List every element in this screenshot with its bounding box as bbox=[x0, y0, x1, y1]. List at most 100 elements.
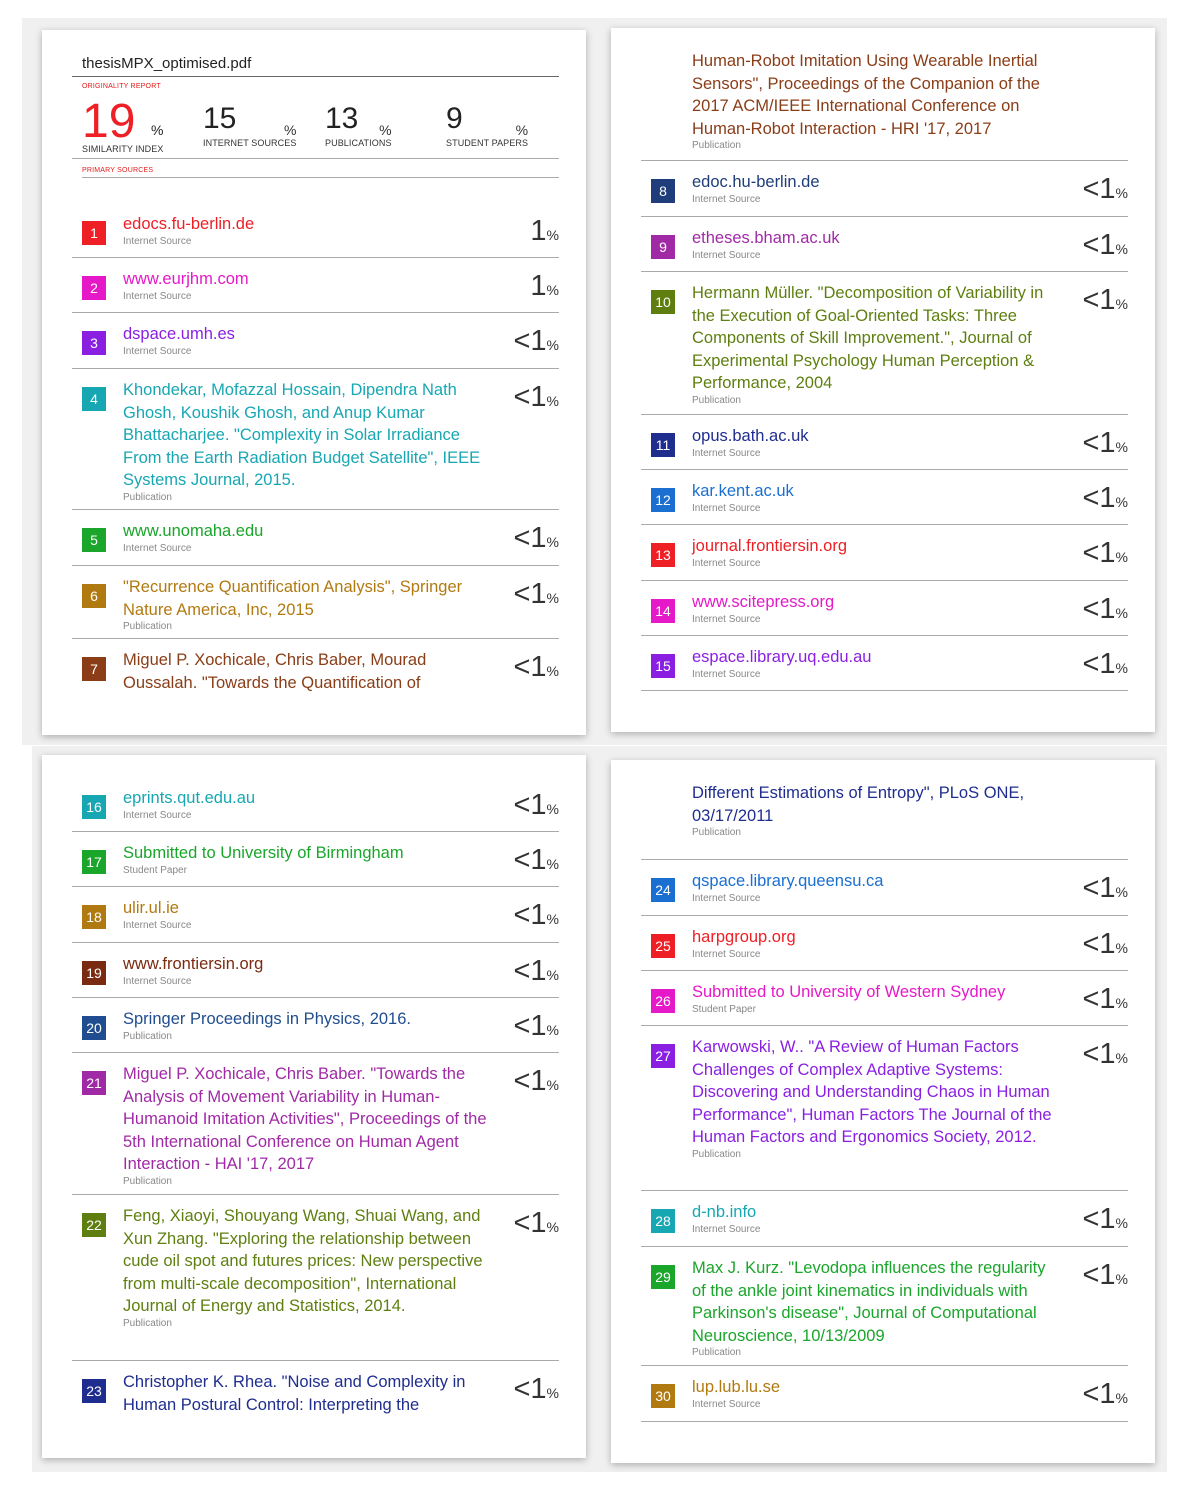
source-body: Max J. Kurz. "Levodopa influences the re… bbox=[692, 1257, 1058, 1359]
source-number-badge: 9 bbox=[651, 235, 675, 259]
source-row[interactable]: 16 eprints.qut.edu.au Internet Source <1% bbox=[72, 777, 559, 832]
source-row[interactable]: 4 Khondekar, Mofazzal Hossain, Dipendra N… bbox=[72, 369, 559, 510]
less-than-sign: < bbox=[513, 955, 531, 987]
less-than-sign: < bbox=[513, 522, 531, 554]
source-body: eprints.qut.edu.au Internet Source bbox=[123, 787, 489, 822]
source-row[interactable]: 9 etheses.bham.ac.uk Internet Source <1% bbox=[641, 217, 1128, 272]
source-row[interactable]: 11 opus.bath.ac.uk Internet Source <1% bbox=[641, 415, 1128, 470]
source-percentage: <1% bbox=[1082, 1204, 1128, 1238]
report-page-2: Human-Robot Imitation Using Wearable Ine… bbox=[611, 28, 1155, 732]
source-title: etheses.bham.ac.uk bbox=[692, 229, 840, 247]
source-row[interactable]: 28 d-nb.info Internet Source <1% bbox=[641, 1191, 1128, 1247]
less-than-sign: < bbox=[1082, 482, 1100, 514]
source-row[interactable]: 26 Submitted to University of Western Syd… bbox=[641, 971, 1128, 1026]
source-body: qspace.library.queensu.ca Internet Source bbox=[692, 870, 1058, 905]
source-percentage: <1% bbox=[1082, 538, 1128, 572]
source-title: edoc.hu-berlin.de bbox=[692, 173, 820, 191]
source-row[interactable]: 24 qspace.library.queensu.ca Internet Sour… bbox=[641, 860, 1128, 916]
source-title: qspace.library.queensu.ca bbox=[692, 872, 884, 890]
source-row[interactable]: 27 Karwowski, W.. "A Review of Human Fact… bbox=[641, 1026, 1128, 1191]
source-type: Internet Source bbox=[692, 557, 761, 569]
percent-sign: % bbox=[546, 1385, 559, 1401]
source-row[interactable]: 10 Hermann Müller. "Decomposition of Vari… bbox=[641, 272, 1128, 415]
less-than-sign: < bbox=[1082, 928, 1100, 960]
source-list: Human-Robot Imitation Using Wearable Ine… bbox=[641, 28, 1128, 691]
source-percentage: <1% bbox=[513, 900, 559, 934]
source-row[interactable]: 20 Springer Proceedings in Physics, 2016.… bbox=[72, 998, 559, 1053]
source-number-badge: 29 bbox=[651, 1265, 675, 1289]
source-type: Publication bbox=[692, 1347, 741, 1358]
source-percentage: <1% bbox=[513, 326, 559, 360]
percentage-value: 1 bbox=[1099, 648, 1116, 680]
source-row[interactable]: 23 Christopher K. Rhea. "Noise and Comple… bbox=[72, 1361, 559, 1451]
source-title: lup.lub.lu.se bbox=[692, 1378, 781, 1396]
source-row[interactable]: 29 Max J. Kurz. "Levodopa influences the … bbox=[641, 1247, 1128, 1366]
source-type: Publication bbox=[692, 1148, 741, 1160]
less-than-sign: < bbox=[1082, 1259, 1100, 1291]
source-number-badge: 28 bbox=[651, 1209, 675, 1233]
report-page-3: 16 eprints.qut.edu.au Internet Source <1% 17… bbox=[42, 755, 586, 1458]
source-number-badge: 1 bbox=[82, 221, 106, 245]
source-row[interactable]: 6 "Recurrence Quantification Analysis", S… bbox=[72, 566, 559, 639]
source-row[interactable]: 3 dspace.umh.es Internet Source <1% bbox=[72, 313, 559, 369]
source-row[interactable]: 1 edocs.fu-berlin.de Internet Source 1% bbox=[72, 203, 559, 258]
source-type: Internet Source bbox=[692, 1398, 761, 1410]
source-row[interactable]: 17 Submitted to University of Birmingham S… bbox=[72, 832, 559, 887]
source-body: ulir.ul.ie Internet Source bbox=[123, 897, 489, 932]
internet-sources-value: 15 bbox=[203, 102, 237, 135]
source-row[interactable]: 13 journal.frontiersin.org Internet Source… bbox=[641, 525, 1128, 581]
source-percentage: <1% bbox=[513, 956, 559, 990]
source-row[interactable]: 30 lup.lub.lu.se Internet Source <1% bbox=[641, 1366, 1128, 1422]
percent-sign: % bbox=[546, 534, 559, 550]
continued-source[interactable]: Human-Robot Imitation Using Wearable Ine… bbox=[641, 28, 1128, 161]
percent-sign: % bbox=[546, 1022, 559, 1038]
publications-value: 13 bbox=[325, 102, 359, 135]
percentage-value: 1 bbox=[530, 955, 547, 987]
source-row[interactable]: 18 ulir.ul.ie Internet Source <1% bbox=[72, 887, 559, 943]
source-row[interactable]: 8 edoc.hu-berlin.de Internet Source <1% bbox=[641, 161, 1128, 217]
source-number-badge: 20 bbox=[82, 1016, 106, 1040]
source-body: kar.kent.ac.uk Internet Source bbox=[692, 480, 1058, 515]
source-body: espace.library.uq.edu.au Internet Source bbox=[692, 646, 1058, 681]
source-row[interactable]: 15 espace.library.uq.edu.au Internet Sourc… bbox=[641, 636, 1128, 691]
source-body: www.eurjhm.com Internet Source bbox=[123, 268, 489, 303]
percent-sign: % bbox=[1115, 1390, 1128, 1406]
source-number-badge: 27 bbox=[651, 1044, 675, 1068]
less-than-sign: < bbox=[513, 1010, 531, 1042]
less-than-sign: < bbox=[513, 651, 531, 683]
continued-source-text: Human-Robot Imitation Using Wearable Ine… bbox=[692, 52, 1040, 138]
source-title: eprints.qut.edu.au bbox=[123, 789, 256, 807]
source-row[interactable]: 5 www.unomaha.edu Internet Source <1% bbox=[72, 510, 559, 566]
source-title: kar.kent.ac.uk bbox=[692, 482, 794, 500]
source-row[interactable]: 25 harpgroup.org Internet Source <1% bbox=[641, 916, 1128, 971]
source-body: Submitted to University of Western Sydne… bbox=[692, 981, 1058, 1016]
source-title: Feng, Xiaoyi, Shouyang Wang, Shuai Wang,… bbox=[123, 1207, 483, 1315]
source-row[interactable]: 22 Feng, Xiaoyi, Shouyang Wang, Shuai Wan… bbox=[72, 1195, 559, 1361]
source-percentage: <1% bbox=[513, 1066, 559, 1100]
percentage-value: 1 bbox=[530, 1207, 547, 1239]
percent-sign: % bbox=[546, 227, 559, 243]
percent-sign: % bbox=[1115, 549, 1128, 565]
percent-sign: % bbox=[546, 911, 559, 927]
source-body: lup.lub.lu.se Internet Source bbox=[692, 1376, 1058, 1411]
source-type: Internet Source bbox=[692, 613, 761, 625]
source-body: Submitted to University of Birmingham Stu… bbox=[123, 842, 489, 877]
source-number-badge: 23 bbox=[82, 1379, 106, 1403]
continued-source[interactable]: Different Estimations of Entropy", PLoS … bbox=[641, 760, 1128, 860]
source-row[interactable]: 12 kar.kent.ac.uk Internet Source <1% bbox=[641, 470, 1128, 525]
source-row[interactable]: 2 www.eurjhm.com Internet Source 1% bbox=[72, 258, 559, 313]
less-than-sign: < bbox=[1082, 648, 1100, 680]
source-number-badge: 4 bbox=[82, 387, 106, 411]
source-row[interactable]: 21 Miguel P. Xochicale, Chris Baber. "Tow… bbox=[72, 1053, 559, 1195]
less-than-sign: < bbox=[1082, 537, 1100, 569]
percent-sign: % bbox=[546, 590, 559, 606]
less-than-sign: < bbox=[513, 789, 531, 821]
similarity-index-unit: % bbox=[151, 122, 164, 138]
source-percentage: <1% bbox=[513, 1208, 559, 1242]
source-row[interactable]: 14 www.scitepress.org Internet Source <1% bbox=[641, 581, 1128, 636]
source-row[interactable]: 7 Miguel P. Xochicale, Chris Baber, Moura… bbox=[72, 639, 559, 739]
source-body: www.scitepress.org Internet Source bbox=[692, 591, 1058, 626]
source-row[interactable]: 19 www.frontiersin.org Internet Source <1% bbox=[72, 943, 559, 998]
source-title: Christopher K. Rhea. "Noise and Complexi… bbox=[123, 1373, 466, 1414]
file-name: thesisMPX_optimised.pdf bbox=[72, 52, 559, 77]
